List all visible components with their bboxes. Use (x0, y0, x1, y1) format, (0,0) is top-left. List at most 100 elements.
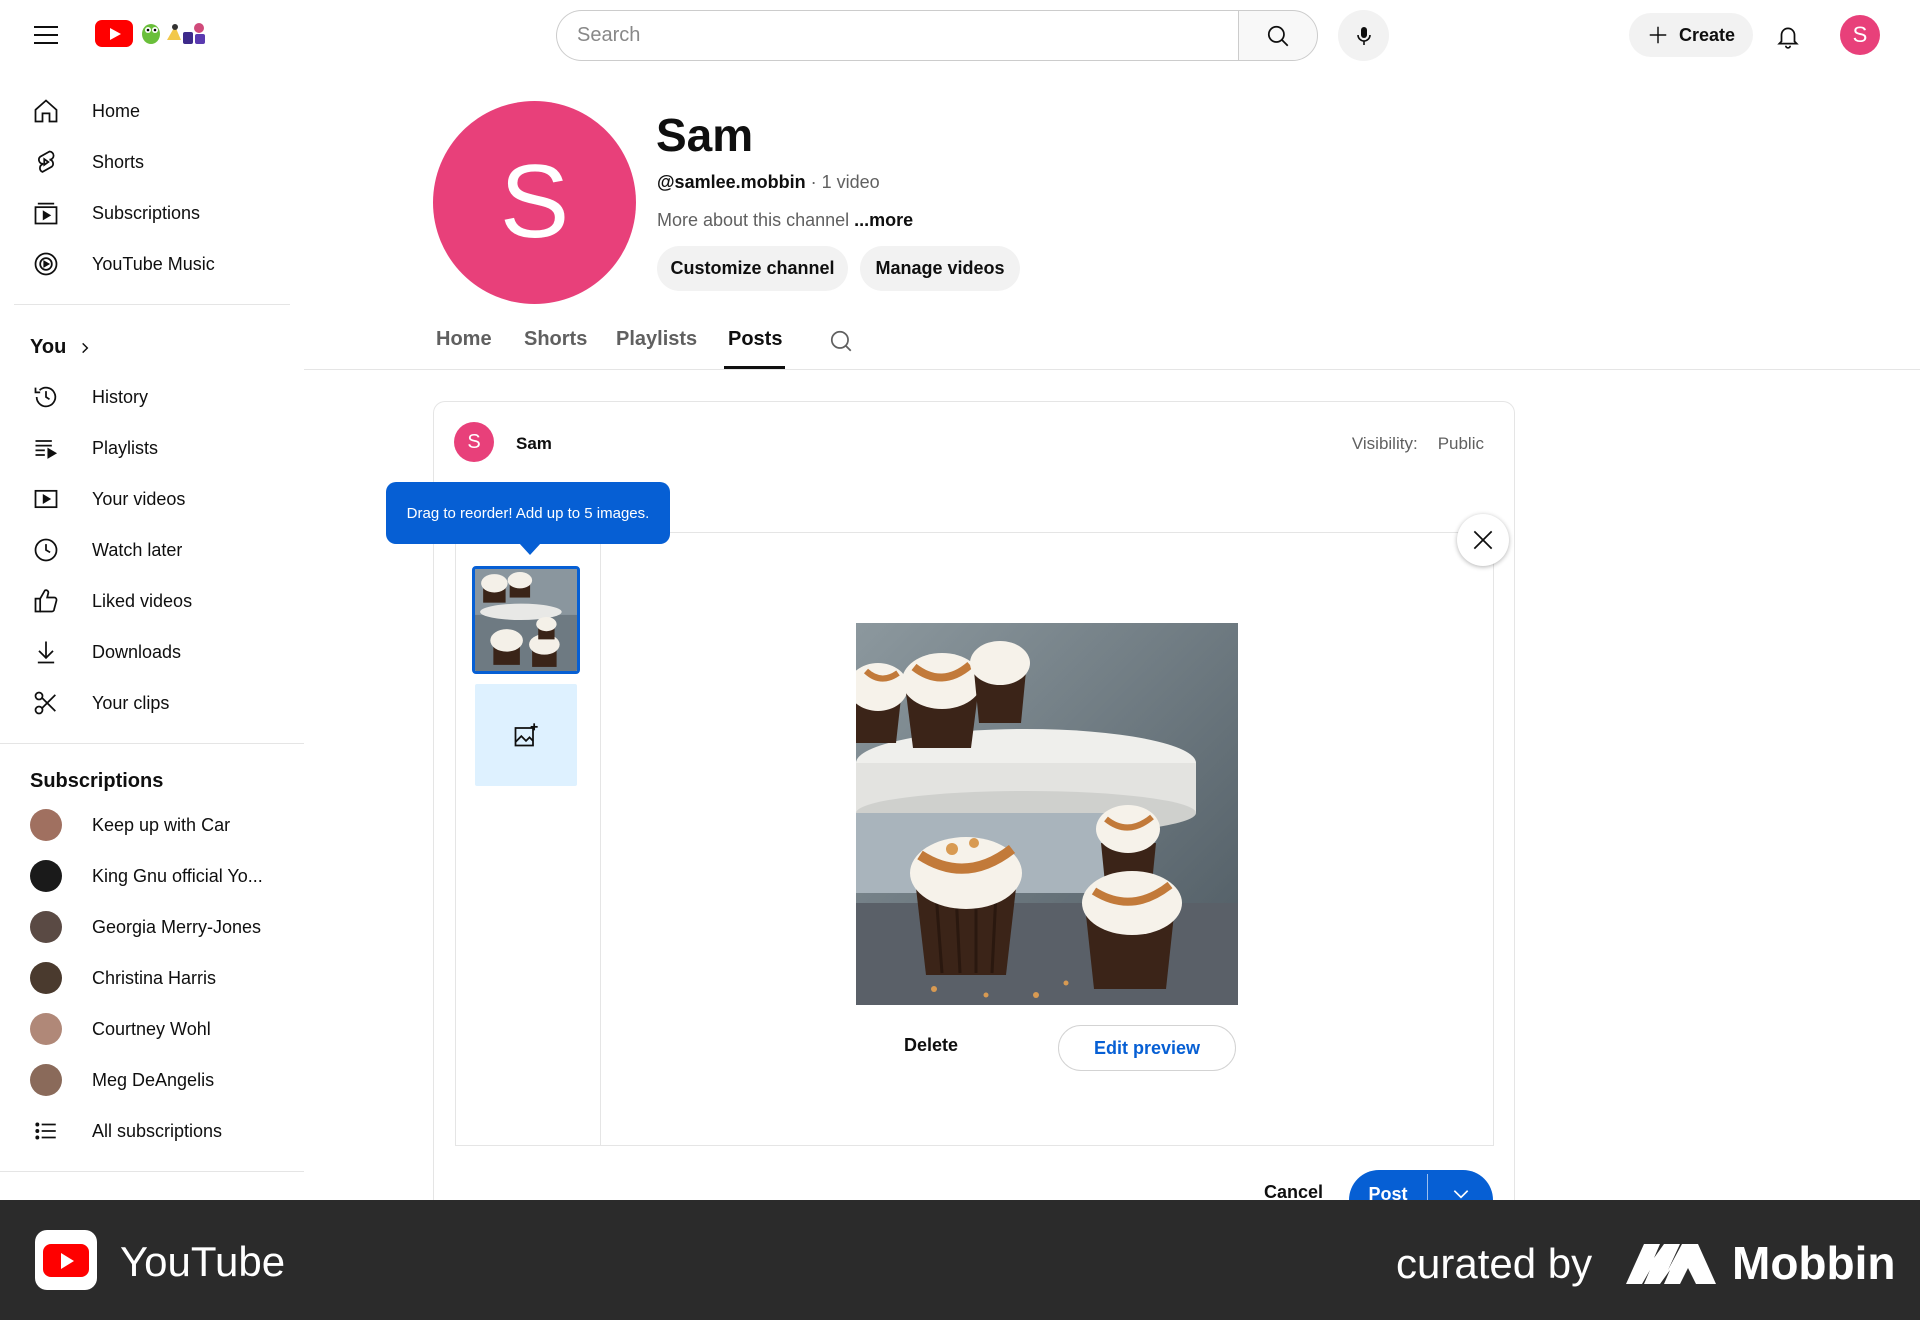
channel-tabs: Home Shorts Playlists Posts (304, 312, 1920, 370)
sidebar-item-label: Your clips (92, 692, 170, 713)
channel-avatar (30, 962, 62, 994)
your-videos-icon (34, 489, 58, 509)
sidebar: Home Shorts Subscriptions YouTube Music … (0, 70, 304, 1200)
sidebar-subscription-item[interactable]: Courtney Wohl (14, 1005, 290, 1053)
sidebar-item-label: Home (92, 100, 141, 121)
sidebar-item-label: Watch later (92, 539, 183, 560)
sidebar-item-label: Liked videos (92, 590, 193, 611)
channel-about[interactable]: More about this channel ...more (657, 210, 913, 231)
add-image-button[interactable] (475, 684, 577, 786)
plus-icon (1649, 26, 1667, 44)
sidebar-item-label: Christina Harris (92, 967, 217, 988)
footer-brand: YouTube (120, 1238, 286, 1285)
search-icon (1267, 25, 1289, 46)
tab-posts[interactable]: Posts (728, 328, 782, 351)
sidebar-item-liked-videos[interactable]: Liked videos (14, 577, 290, 625)
search-icon (830, 330, 852, 352)
visibility-value: Public (1437, 434, 1484, 453)
create-button[interactable]: Create (1629, 13, 1753, 57)
image-thumbnail[interactable] (472, 566, 580, 674)
edit-preview-button[interactable]: Edit preview (1058, 1025, 1236, 1071)
subscriptions-label: Subscriptions (30, 770, 164, 792)
channel-search-button[interactable] (828, 328, 854, 359)
sidebar-divider (0, 1171, 304, 1172)
menu-icon[interactable] (26, 20, 66, 50)
customize-channel-button[interactable]: Customize channel (657, 246, 848, 291)
sidebar-item-history[interactable]: History (14, 373, 290, 421)
sidebar-subscription-item[interactable]: Christina Harris (14, 954, 290, 1002)
create-label: Create (1678, 24, 1736, 45)
search-button[interactable] (1238, 10, 1318, 61)
more-link[interactable]: ...more (854, 210, 913, 230)
sidebar-subscription-item[interactable]: Keep up with Car (14, 801, 290, 849)
sidebar-item-your-clips[interactable]: Your clips (14, 679, 290, 727)
image-preview (856, 623, 1238, 1005)
channel-name: Sam (656, 109, 754, 161)
sidebar-item-label: Keep up with Car (92, 814, 231, 835)
sidebar-item-your-videos[interactable]: Your videos (14, 475, 290, 523)
sidebar-divider (14, 304, 290, 305)
channel-handle: @samlee.mobbin (657, 172, 806, 192)
search-bar (556, 10, 1318, 61)
history-icon (34, 386, 57, 408)
remove-images-button[interactable] (1457, 514, 1509, 566)
mobbin-footer: YouTube curated by Mobbin (0, 1200, 1920, 1320)
sidebar-you-heading[interactable]: You (30, 336, 92, 359)
channel-avatar (30, 860, 62, 892)
channel-avatar (30, 809, 62, 841)
you-label: You (30, 336, 67, 358)
visibility-selector[interactable]: Visibility: Public (1352, 434, 1484, 454)
tab-playlists[interactable]: Playlists (616, 328, 697, 351)
cupcake-preview-image (856, 623, 1238, 1005)
cupcake-thumbnail-image (475, 569, 577, 671)
voice-search-button[interactable] (1338, 10, 1389, 61)
sidebar-item-home[interactable]: Home (14, 87, 290, 135)
manage-videos-button[interactable]: Manage videos (860, 246, 1020, 291)
channel-avatar (30, 1064, 62, 1096)
sidebar-subscription-item[interactable]: King Gnu official Yo... (14, 852, 290, 900)
youtube-music-icon (34, 252, 58, 276)
sidebar-subscription-item[interactable]: Georgia Merry-Jones (14, 903, 290, 951)
tab-home[interactable]: Home (436, 328, 492, 351)
top-bar: Create S (0, 0, 1920, 70)
sidebar-item-all-subscriptions[interactable]: All subscriptions (14, 1107, 290, 1155)
sidebar-item-watch-later[interactable]: Watch later (14, 526, 290, 574)
sidebar-item-label: Courtney Wohl (92, 1018, 211, 1039)
visibility-label: Visibility: (1351, 434, 1418, 453)
sidebar-item-shorts[interactable]: Shorts (14, 138, 290, 186)
doodle-logo-icon (142, 23, 205, 44)
sidebar-item-downloads[interactable]: Downloads (14, 628, 290, 676)
sidebar-item-label: All subscriptions (92, 1120, 223, 1141)
channel-avatar-large[interactable]: S (433, 101, 636, 304)
add-image-icon (514, 723, 538, 747)
channel-meta: @samlee.mobbin · 1 video (657, 172, 880, 193)
mobbin-logo-icon (1626, 1244, 1716, 1284)
sidebar-item-label: Downloads (92, 641, 182, 662)
youtube-logo[interactable] (95, 18, 209, 48)
sidebar-item-label: YouTube Music (92, 253, 215, 274)
sidebar-item-label: Shorts (92, 151, 145, 172)
shorts-icon (38, 150, 55, 173)
sidebar-item-label: King Gnu official Yo... (92, 865, 263, 886)
delete-image-button[interactable]: Delete (904, 1035, 958, 1056)
notifications-button[interactable] (1770, 18, 1806, 54)
bell-icon (1777, 27, 1799, 49)
thumbs-up-icon (34, 589, 58, 613)
sidebar-item-subscriptions[interactable]: Subscriptions (14, 189, 290, 237)
channel-avatar (30, 1013, 62, 1045)
sidebar-item-label: Subscriptions (92, 202, 201, 223)
post-author-avatar: S (454, 422, 494, 462)
sidebar-subscription-item[interactable]: Meg DeAngelis (14, 1056, 290, 1104)
account-avatar[interactable]: S (1840, 15, 1880, 55)
channel-avatar (30, 911, 62, 943)
tab-shorts[interactable]: Shorts (524, 328, 587, 351)
playlists-icon (35, 440, 58, 459)
watch-later-icon (34, 538, 58, 562)
search-input[interactable] (556, 10, 1238, 61)
subscriptions-icon (34, 202, 58, 225)
sidebar-item-playlists[interactable]: Playlists (14, 424, 290, 472)
youtube-play-icon (95, 19, 133, 47)
sidebar-item-youtube-music[interactable]: YouTube Music (14, 240, 290, 288)
about-text: More about this channel (657, 210, 850, 230)
sidebar-subscriptions-heading: Subscriptions (30, 770, 163, 793)
